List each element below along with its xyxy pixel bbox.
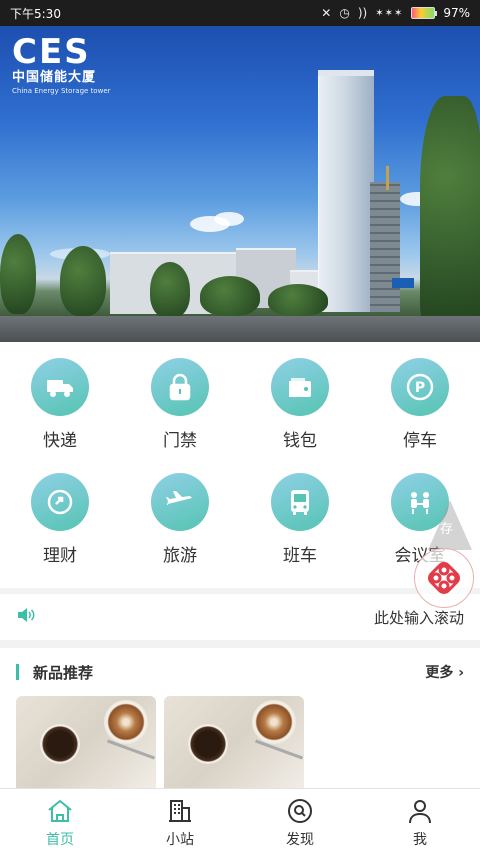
battery-percent: 97% (443, 6, 470, 20)
tree-shape (60, 246, 106, 316)
person-icon (409, 800, 431, 824)
grid-item-parking[interactable]: P 停车 (360, 358, 480, 471)
more-label: 更多 (425, 665, 454, 681)
tab-label: 首页 (46, 832, 74, 848)
grid-item-shuttle-bus[interactable]: 班车 (240, 473, 360, 586)
status-icons: ✕ ◷ )) ✶✶✶ 97% (321, 6, 470, 20)
home-icon (48, 799, 72, 822)
status-time: 下午5:30 (10, 6, 61, 21)
signal-icon: ✶✶✶ (375, 7, 404, 19)
new-products-section: 新品推荐 更多 › (0, 648, 480, 788)
grid-item-label: 班车 (283, 546, 317, 566)
wallet-icon (271, 358, 329, 416)
airplane-icon (151, 473, 209, 531)
product-card[interactable] (16, 696, 156, 788)
tree-shape (200, 276, 260, 316)
bottom-tab-bar: 首页 小站 发现 我 (0, 788, 480, 853)
tower-building (318, 76, 374, 312)
product-list (0, 696, 480, 788)
product-card[interactable] (164, 696, 304, 788)
wifi-icon: )) (357, 6, 368, 20)
road-sign (392, 278, 414, 288)
latte-cup-image (252, 700, 296, 744)
float-label: 存 (440, 522, 454, 537)
logo-mark: CES (12, 32, 91, 72)
parking-icon: P (391, 358, 449, 416)
finance-icon (31, 473, 89, 531)
building-icon (169, 800, 191, 822)
tree-shape (268, 284, 328, 316)
battery-icon (411, 7, 438, 19)
logo-chinese-name: 中国储能大厦 (12, 70, 97, 85)
status-bar: 下午5:30 ✕ ◷ )) ✶✶✶ 97% (0, 0, 480, 26)
espresso-cup-image (40, 724, 80, 764)
tab-label: 发现 (286, 832, 314, 848)
tree-shape (420, 96, 480, 326)
grid-item-finance[interactable]: 理财 (0, 473, 120, 586)
more-link[interactable]: 更多 › (425, 662, 464, 682)
tab-station[interactable]: 小站 (120, 789, 240, 853)
grid-item-label: 理财 (43, 546, 77, 566)
crane-shape (386, 166, 389, 190)
tree-shape (0, 234, 36, 314)
grid-item-label: 钱包 (283, 431, 317, 451)
grid-item-label: 停车 (403, 431, 437, 451)
grid-item-travel[interactable]: 旅游 (120, 473, 240, 586)
announcement-marquee[interactable]: 此处输入滚动 (0, 594, 480, 640)
tab-label: 小站 (166, 832, 194, 848)
section-header: 新品推荐 更多 › (0, 648, 480, 696)
tab-home[interactable]: 首页 (0, 789, 120, 853)
svg-text:P: P (415, 380, 425, 396)
grid-item-label: 旅游 (163, 546, 197, 566)
ces-logo: CES 中国储能大厦 China Energy Storage tower (12, 34, 111, 96)
truck-icon (31, 358, 89, 416)
tab-me[interactable]: 我 (360, 789, 480, 853)
lock-icon (151, 358, 209, 416)
tab-discover[interactable]: 发现 (240, 789, 360, 853)
logo-english-name: China Energy Storage tower (12, 87, 111, 95)
service-grid: 快递 门禁 钱包 P 停车 理财 旅游 班车 会议室 (0, 342, 480, 588)
tree-shape (150, 262, 190, 318)
unicom-knot-icon (428, 562, 460, 594)
chevron-right-icon: › (453, 665, 464, 681)
section-title: 新品推荐 (33, 663, 94, 682)
china-unicom-float-button[interactable] (414, 548, 474, 608)
marquee-text: 此处输入滚动 (373, 608, 464, 627)
app-screen: 下午5:30 ✕ ◷ )) ✶✶✶ 97% CES 中国储能大厦 China E… (0, 0, 480, 853)
latte-cup-image (104, 700, 148, 744)
grid-item-access[interactable]: 门禁 (120, 358, 240, 471)
road-shape (0, 316, 480, 342)
grid-item-label: 快递 (43, 431, 77, 451)
espresso-cup-image (188, 724, 228, 764)
alarm-icon: ◷ (339, 6, 350, 20)
grid-item-wallet[interactable]: 钱包 (240, 358, 360, 471)
bus-icon (271, 473, 329, 531)
cloud-shape (214, 212, 244, 226)
hero-banner[interactable]: CES 中国储能大厦 China Energy Storage tower (0, 26, 480, 342)
speaker-icon (16, 605, 36, 629)
mute-icon: ✕ (321, 6, 332, 20)
grid-item-label: 门禁 (163, 431, 197, 451)
tab-label: 我 (413, 832, 427, 848)
section-accent-bar (16, 664, 19, 680)
grid-item-express[interactable]: 快递 (0, 358, 120, 471)
discover-icon (288, 799, 312, 823)
construction-building (370, 182, 400, 312)
